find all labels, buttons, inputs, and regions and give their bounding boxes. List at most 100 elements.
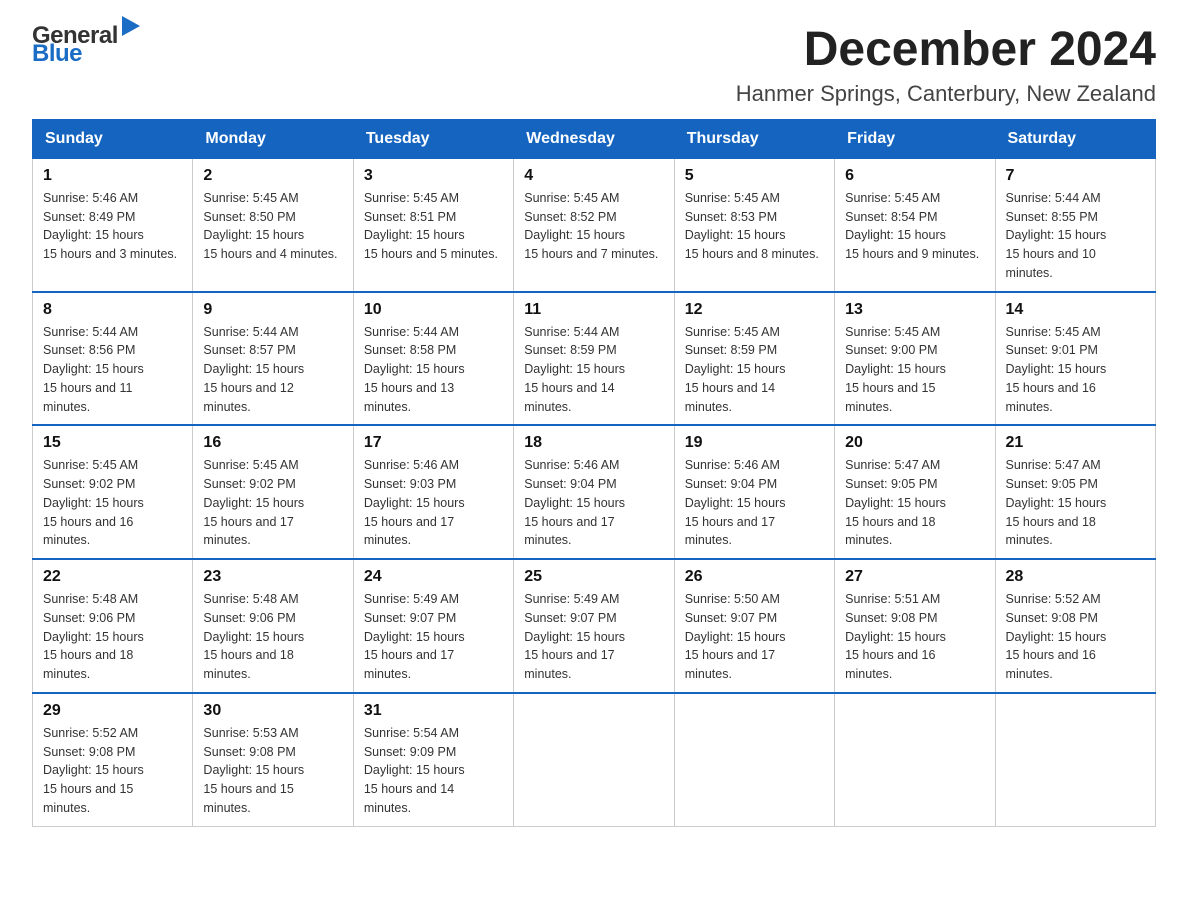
day-info: Sunrise: 5:54 AMSunset: 9:09 PMDaylight:… [364,726,465,815]
calendar-cell [835,693,995,826]
day-info: Sunrise: 5:47 AMSunset: 9:05 PMDaylight:… [845,458,946,547]
day-number: 20 [845,434,984,452]
logo-arrow-icon [122,16,140,36]
calendar-cell: 9 Sunrise: 5:44 AMSunset: 8:57 PMDayligh… [193,292,353,426]
day-number: 1 [43,167,182,185]
calendar-cell: 11 Sunrise: 5:44 AMSunset: 8:59 PMDaylig… [514,292,674,426]
calendar-cell [674,693,834,826]
day-info: Sunrise: 5:46 AMSunset: 9:03 PMDaylight:… [364,458,465,547]
day-number: 30 [203,702,342,720]
header-sunday: Sunday [33,119,193,158]
calendar-cell: 23 Sunrise: 5:48 AMSunset: 9:06 PMDaylig… [193,559,353,693]
day-info: Sunrise: 5:45 AMSunset: 8:53 PMDaylight:… [685,191,819,261]
day-number: 8 [43,301,182,319]
calendar-cell: 28 Sunrise: 5:52 AMSunset: 9:08 PMDaylig… [995,559,1155,693]
calendar-cell [995,693,1155,826]
day-number: 27 [845,568,984,586]
calendar-cell: 1 Sunrise: 5:46 AMSunset: 8:49 PMDayligh… [33,158,193,291]
day-number: 26 [685,568,824,586]
day-info: Sunrise: 5:46 AMSunset: 9:04 PMDaylight:… [524,458,625,547]
day-info: Sunrise: 5:47 AMSunset: 9:05 PMDaylight:… [1006,458,1107,547]
day-info: Sunrise: 5:45 AMSunset: 9:02 PMDaylight:… [203,458,304,547]
day-number: 9 [203,301,342,319]
day-info: Sunrise: 5:49 AMSunset: 9:07 PMDaylight:… [364,592,465,681]
day-info: Sunrise: 5:46 AMSunset: 9:04 PMDaylight:… [685,458,786,547]
day-info: Sunrise: 5:45 AMSunset: 9:00 PMDaylight:… [845,325,946,414]
day-info: Sunrise: 5:45 AMSunset: 8:54 PMDaylight:… [845,191,979,261]
day-number: 28 [1006,568,1145,586]
day-info: Sunrise: 5:49 AMSunset: 9:07 PMDaylight:… [524,592,625,681]
day-info: Sunrise: 5:53 AMSunset: 9:08 PMDaylight:… [203,726,304,815]
header-wednesday: Wednesday [514,119,674,158]
day-number: 18 [524,434,663,452]
day-number: 2 [203,167,342,185]
day-number: 6 [845,167,984,185]
calendar-cell: 2 Sunrise: 5:45 AMSunset: 8:50 PMDayligh… [193,158,353,291]
day-info: Sunrise: 5:52 AMSunset: 9:08 PMDaylight:… [1006,592,1107,681]
calendar-cell: 20 Sunrise: 5:47 AMSunset: 9:05 PMDaylig… [835,425,995,559]
calendar-cell: 14 Sunrise: 5:45 AMSunset: 9:01 PMDaylig… [995,292,1155,426]
calendar-cell: 5 Sunrise: 5:45 AMSunset: 8:53 PMDayligh… [674,158,834,291]
calendar-cell: 30 Sunrise: 5:53 AMSunset: 9:08 PMDaylig… [193,693,353,826]
calendar-cell [514,693,674,826]
calendar-cell: 27 Sunrise: 5:51 AMSunset: 9:08 PMDaylig… [835,559,995,693]
calendar-cell: 12 Sunrise: 5:45 AMSunset: 8:59 PMDaylig… [674,292,834,426]
calendar-week-row: 8 Sunrise: 5:44 AMSunset: 8:56 PMDayligh… [33,292,1156,426]
calendar-week-row: 22 Sunrise: 5:48 AMSunset: 9:06 PMDaylig… [33,559,1156,693]
day-number: 23 [203,568,342,586]
day-number: 17 [364,434,503,452]
page-header: General Blue December 2024 Hanmer Spring… [32,24,1156,107]
calendar-cell: 8 Sunrise: 5:44 AMSunset: 8:56 PMDayligh… [33,292,193,426]
calendar-cell: 26 Sunrise: 5:50 AMSunset: 9:07 PMDaylig… [674,559,834,693]
day-info: Sunrise: 5:44 AMSunset: 8:55 PMDaylight:… [1006,191,1107,280]
title-area: December 2024 Hanmer Springs, Canterbury… [736,24,1156,107]
day-info: Sunrise: 5:44 AMSunset: 8:57 PMDaylight:… [203,325,304,414]
day-number: 14 [1006,301,1145,319]
calendar-table: SundayMondayTuesdayWednesdayThursdayFrid… [32,119,1156,827]
day-info: Sunrise: 5:45 AMSunset: 8:51 PMDaylight:… [364,191,498,261]
calendar-cell: 15 Sunrise: 5:45 AMSunset: 9:02 PMDaylig… [33,425,193,559]
day-info: Sunrise: 5:45 AMSunset: 8:52 PMDaylight:… [524,191,658,261]
calendar-week-row: 29 Sunrise: 5:52 AMSunset: 9:08 PMDaylig… [33,693,1156,826]
day-number: 22 [43,568,182,586]
day-number: 13 [845,301,984,319]
day-number: 11 [524,301,663,319]
header-friday: Friday [835,119,995,158]
day-number: 29 [43,702,182,720]
day-number: 25 [524,568,663,586]
calendar-cell: 25 Sunrise: 5:49 AMSunset: 9:07 PMDaylig… [514,559,674,693]
calendar-cell: 6 Sunrise: 5:45 AMSunset: 8:54 PMDayligh… [835,158,995,291]
day-number: 3 [364,167,503,185]
day-info: Sunrise: 5:46 AMSunset: 8:49 PMDaylight:… [43,191,177,261]
day-info: Sunrise: 5:44 AMSunset: 8:56 PMDaylight:… [43,325,144,414]
calendar-cell: 21 Sunrise: 5:47 AMSunset: 9:05 PMDaylig… [995,425,1155,559]
day-info: Sunrise: 5:50 AMSunset: 9:07 PMDaylight:… [685,592,786,681]
header-saturday: Saturday [995,119,1155,158]
calendar-cell: 22 Sunrise: 5:48 AMSunset: 9:06 PMDaylig… [33,559,193,693]
calendar-cell: 10 Sunrise: 5:44 AMSunset: 8:58 PMDaylig… [353,292,513,426]
day-number: 24 [364,568,503,586]
day-info: Sunrise: 5:52 AMSunset: 9:08 PMDaylight:… [43,726,144,815]
header-tuesday: Tuesday [353,119,513,158]
day-info: Sunrise: 5:45 AMSunset: 8:59 PMDaylight:… [685,325,786,414]
calendar-cell: 19 Sunrise: 5:46 AMSunset: 9:04 PMDaylig… [674,425,834,559]
day-info: Sunrise: 5:48 AMSunset: 9:06 PMDaylight:… [203,592,304,681]
logo: General Blue [32,24,140,66]
day-info: Sunrise: 5:51 AMSunset: 9:08 PMDaylight:… [845,592,946,681]
calendar-subtitle: Hanmer Springs, Canterbury, New Zealand [736,81,1156,107]
day-number: 4 [524,167,663,185]
calendar-week-row: 1 Sunrise: 5:46 AMSunset: 8:49 PMDayligh… [33,158,1156,291]
calendar-cell: 4 Sunrise: 5:45 AMSunset: 8:52 PMDayligh… [514,158,674,291]
day-info: Sunrise: 5:45 AMSunset: 9:02 PMDaylight:… [43,458,144,547]
day-number: 12 [685,301,824,319]
calendar-cell: 16 Sunrise: 5:45 AMSunset: 9:02 PMDaylig… [193,425,353,559]
day-number: 21 [1006,434,1145,452]
header-monday: Monday [193,119,353,158]
day-number: 16 [203,434,342,452]
calendar-cell: 18 Sunrise: 5:46 AMSunset: 9:04 PMDaylig… [514,425,674,559]
day-number: 10 [364,301,503,319]
calendar-cell: 24 Sunrise: 5:49 AMSunset: 9:07 PMDaylig… [353,559,513,693]
calendar-cell: 29 Sunrise: 5:52 AMSunset: 9:08 PMDaylig… [33,693,193,826]
calendar-cell: 31 Sunrise: 5:54 AMSunset: 9:09 PMDaylig… [353,693,513,826]
day-info: Sunrise: 5:45 AMSunset: 8:50 PMDaylight:… [203,191,337,261]
